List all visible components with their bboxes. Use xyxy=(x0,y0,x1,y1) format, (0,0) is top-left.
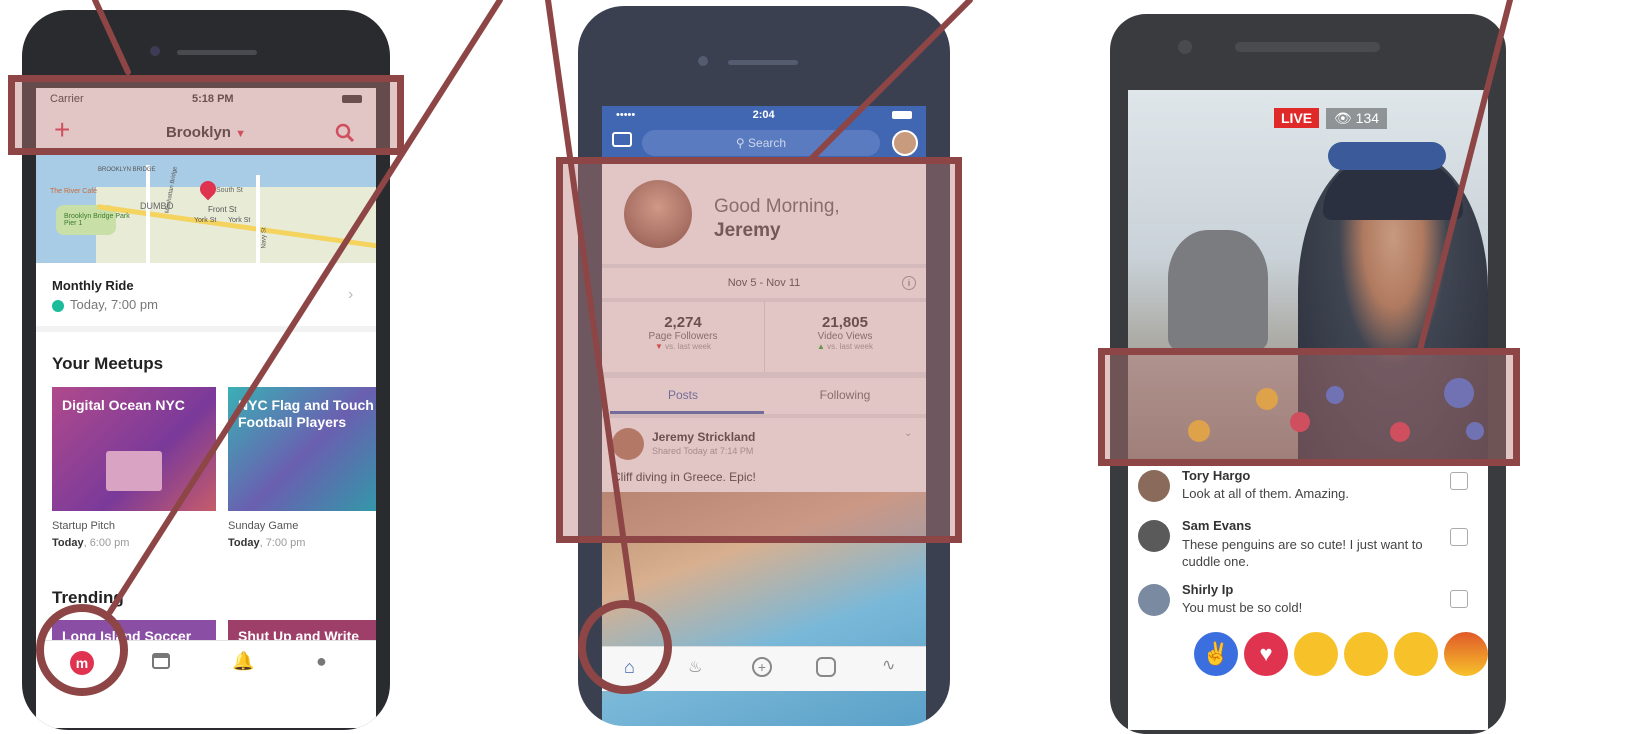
annotation-line xyxy=(107,0,503,615)
annotation-lines xyxy=(92,0,1513,615)
annotation-line xyxy=(545,0,635,603)
annotation-line xyxy=(1417,0,1513,353)
annotation-line xyxy=(92,0,131,75)
annotation-line xyxy=(807,0,973,163)
